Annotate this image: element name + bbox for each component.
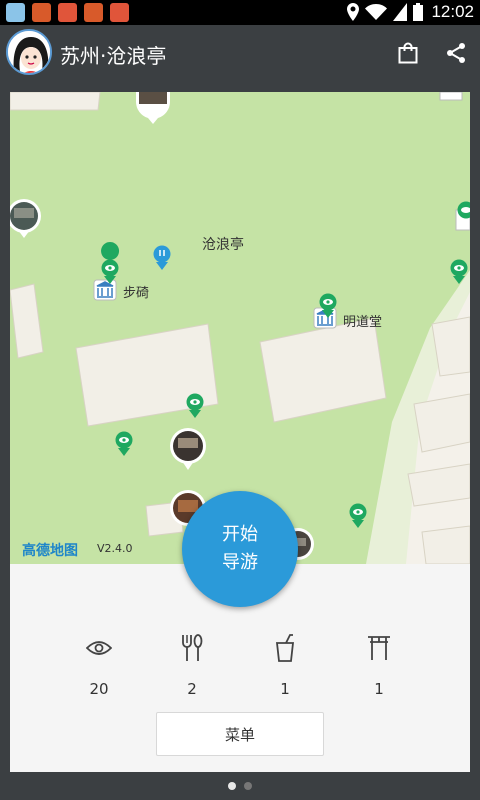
map-building	[413, 393, 470, 453]
eye-marker[interactable]	[186, 393, 204, 419]
photo-marker[interactable]	[10, 199, 41, 238]
notification-app-icon	[6, 3, 25, 22]
scenic-card: 沧浪亭 步碕 明道堂 高德地图 V2.4.0 开始 导游 20 2 1 1 菜单	[10, 92, 470, 772]
stat-dining-value: 2	[187, 680, 197, 698]
utensils-icon	[182, 634, 203, 661]
menu-button[interactable]: 菜单	[156, 712, 324, 756]
bag-icon	[398, 42, 418, 64]
app-bar: 苏州·沧浪亭	[0, 25, 480, 81]
museum-marker[interactable]	[93, 279, 117, 301]
notification-app-icon	[32, 3, 51, 22]
poi-stats: 20 2 1 1	[10, 632, 470, 702]
photo-marker[interactable]	[170, 428, 206, 470]
eye-marker[interactable]	[101, 242, 120, 284]
page-indicator	[0, 782, 480, 790]
stat-gates[interactable]: 1	[349, 632, 409, 698]
map-label-buzhi: 步碕	[123, 286, 150, 301]
location-icon	[347, 3, 360, 21]
eye-marker[interactable]	[115, 431, 133, 457]
notification-app-icon	[58, 3, 77, 22]
stat-sights-value: 20	[89, 680, 109, 698]
eye-marker[interactable]	[349, 503, 367, 529]
clock: 12:02	[431, 2, 474, 21]
start-tour-button[interactable]: 开始 导游	[182, 491, 298, 607]
map-building	[10, 283, 44, 359]
photo-marker[interactable]	[136, 92, 170, 124]
page-dot[interactable]	[244, 782, 252, 790]
map-building	[10, 92, 101, 111]
avatar[interactable]	[6, 29, 52, 75]
stat-gates-value: 1	[374, 680, 384, 698]
drink-icon	[275, 634, 295, 662]
stat-dining[interactable]: 2	[162, 632, 222, 698]
map-building	[259, 317, 387, 423]
status-bar: 12:02	[0, 0, 480, 25]
map-label-main: 沧浪亭	[202, 237, 244, 253]
blue-marker[interactable]	[153, 245, 171, 271]
wifi-icon	[365, 4, 388, 20]
map-label-mingdaotang: 明道堂	[343, 315, 383, 330]
page-title: 苏州·沧浪亭	[60, 44, 167, 68]
map-building	[421, 525, 470, 564]
stat-drinks-value: 1	[280, 680, 290, 698]
notification-app-icon	[110, 3, 129, 22]
start-tour-line1: 开始	[222, 524, 258, 545]
gate-icon	[368, 636, 390, 660]
museum-marker[interactable]	[439, 92, 463, 101]
share-button[interactable]	[442, 39, 470, 67]
stat-drinks[interactable]: 1	[255, 632, 315, 698]
sim-icon	[393, 3, 408, 21]
notification-app-icon	[84, 3, 103, 22]
page-dot-active[interactable]	[228, 782, 236, 790]
notification-icons	[6, 3, 129, 22]
map-version: V2.4.0	[97, 542, 133, 555]
battery-icon	[413, 3, 424, 21]
stat-sights[interactable]: 20	[69, 632, 129, 698]
bag-button[interactable]	[394, 39, 422, 67]
share-icon	[447, 43, 465, 63]
start-tour-line2: 导游	[222, 552, 258, 573]
map-provider-logo: 高德地图	[22, 543, 78, 559]
eye-icon	[86, 641, 112, 655]
